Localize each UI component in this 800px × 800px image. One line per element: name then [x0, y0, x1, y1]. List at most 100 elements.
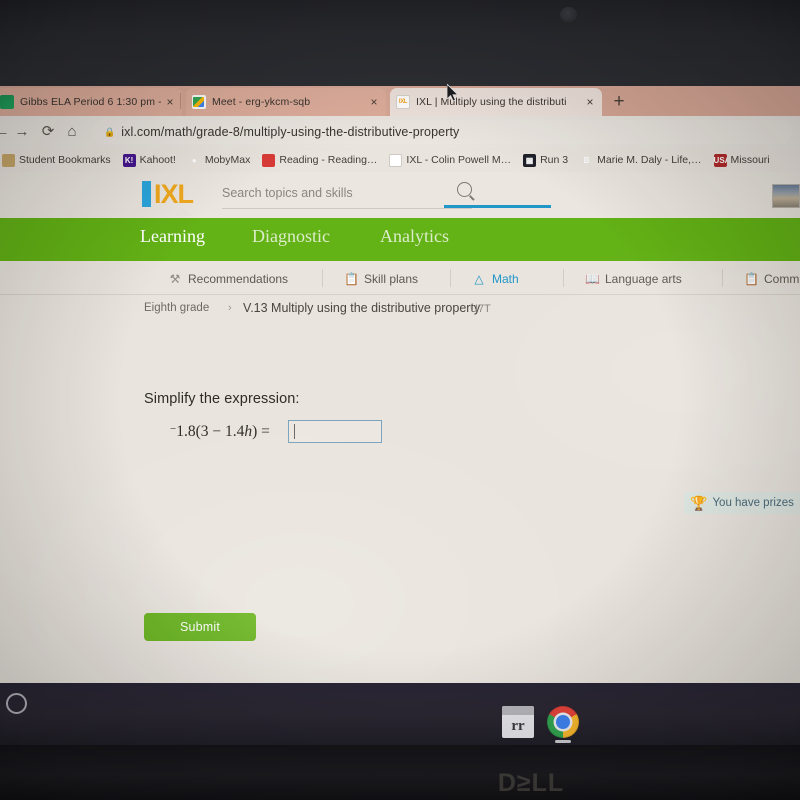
- tab-language-arts[interactable]: 📖 Language arts: [585, 265, 682, 293]
- nav-item-diagnostic[interactable]: Diagnostic: [252, 226, 330, 247]
- bookmark-label: Missouri: [730, 154, 770, 166]
- ixl-main-nav: Learning Diagnostic Analytics: [0, 218, 800, 261]
- close-icon[interactable]: ×: [584, 96, 596, 108]
- prizes-badge[interactable]: 🏆 You have prizes: [684, 492, 800, 514]
- tab-label: Comm: [764, 272, 800, 286]
- tab-label: Language arts: [605, 272, 682, 286]
- prizes-label: You have prizes: [712, 497, 794, 509]
- recommendations-icon: ⚒: [169, 272, 181, 286]
- tab-label: Skill plans: [364, 272, 419, 286]
- bookmark-label: Kahoot!: [139, 154, 176, 166]
- webcam-icon: [560, 7, 577, 22]
- bookmark-ixl-colin-powell[interactable]: IXL IXL - Colin Powell M…: [383, 150, 517, 170]
- trophy-icon: 🏆: [690, 494, 708, 511]
- mobymax-icon: ●: [191, 155, 197, 165]
- math-icon: △: [474, 272, 484, 286]
- run3-icon: ▦: [523, 153, 537, 167]
- home-icon[interactable]: ⌂: [62, 122, 82, 142]
- bookmark-label: Run 3: [540, 154, 569, 166]
- bookmark-kahoot[interactable]: K! Kahoot!: [117, 150, 182, 170]
- answer-input[interactable]: [288, 420, 382, 443]
- file-icon-top: [502, 706, 534, 715]
- community-icon: 📋: [744, 272, 759, 286]
- expression-variable: h: [244, 423, 253, 441]
- browser-tab-meet[interactable]: Meet - erg-ykcm-sqb ×: [186, 88, 386, 116]
- tab-label: Math: [492, 272, 519, 286]
- bookmark-label: IXL - Colin Powell M…: [406, 154, 512, 166]
- bookmark-label: Reading - Reading…: [279, 154, 378, 166]
- submit-button[interactable]: Submit: [144, 613, 256, 641]
- bookmark-missouri[interactable]: USA Missouri: [708, 150, 776, 170]
- skill-plans-icon: 📋: [344, 272, 359, 286]
- bookmark-reading[interactable]: Reading - Reading…: [256, 150, 383, 170]
- folder-icon: [2, 153, 15, 167]
- search-placeholder: Search topics and skills: [222, 186, 353, 200]
- address-bar-url: ixl.com/math/grade-8/multiply-using-the-…: [121, 125, 460, 139]
- google-sheets-icon: [0, 95, 14, 109]
- ixl-logo-text: IXL: [154, 179, 194, 209]
- nav-item-learning[interactable]: Learning: [140, 226, 205, 247]
- skill-code: U7T: [470, 303, 491, 315]
- usa-icon: USA: [713, 153, 727, 167]
- tab-skill-plans[interactable]: 📋 Skill plans: [344, 265, 418, 293]
- breadcrumb-grade[interactable]: Eighth grade: [144, 302, 209, 314]
- new-tab-button[interactable]: +: [610, 92, 628, 111]
- launcher-button[interactable]: [6, 693, 27, 714]
- tab-recommendations[interactable]: ⚒ Recommendations: [168, 265, 288, 293]
- bookmark-label: Marie M. Daly - Life,…: [597, 154, 702, 166]
- question-expression: −1.8(3 − 1.4h) =: [170, 423, 270, 441]
- chrome-app-icon[interactable]: [547, 706, 579, 738]
- bookmark-marie-daly[interactable]: B Marie M. Daly - Life,…: [574, 150, 707, 170]
- chevron-right-icon: ›: [228, 302, 232, 314]
- files-app-icon[interactable]: rr: [502, 706, 534, 738]
- ixl-sub-tabs: ⚒ Recommendations 📋 Skill plans △ Math 📖…: [0, 261, 800, 295]
- nav-item-analytics[interactable]: Analytics: [380, 226, 449, 247]
- tab-active-underline: [444, 205, 551, 208]
- back-icon[interactable]: ←: [0, 122, 12, 142]
- expression-before: 1.8(3 − 1.4: [176, 423, 245, 441]
- breadcrumb: Eighth grade › V.13 Multiply using the d…: [0, 295, 800, 325]
- ixl-page: IXL Search topics and skills Learning Di…: [0, 172, 800, 683]
- close-icon[interactable]: ×: [368, 96, 380, 108]
- bookmark-student-bookmarks[interactable]: Student Bookmarks: [0, 150, 117, 170]
- tab-math[interactable]: △ Math: [472, 265, 519, 293]
- avatar[interactable]: [772, 184, 800, 208]
- ixl-icon: IXL: [389, 153, 403, 167]
- tab-label: Recommendations: [188, 272, 289, 286]
- tab-title: Gibbs ELA Period 6 1:30 pm - 2:: [20, 96, 161, 108]
- search-input[interactable]: Search topics and skills: [222, 182, 472, 209]
- bookmark-label: Student Bookmarks: [19, 154, 111, 166]
- ixl-icon: [396, 95, 410, 109]
- google-meet-icon: [192, 95, 206, 109]
- bookmark-mobymax[interactable]: ● MobyMax: [182, 150, 257, 170]
- ixl-logo[interactable]: IXL: [142, 179, 194, 209]
- search-icon[interactable]: [457, 182, 472, 197]
- language-arts-icon: 📖: [585, 272, 600, 286]
- tab-divider: [180, 93, 181, 109]
- question-body: Simplify the expression: −1.8(3 − 1.4h) …: [0, 325, 800, 683]
- breadcrumb-skill: V.13 Multiply using the distributive pro…: [243, 301, 481, 315]
- laptop-photo: Gibbs ELA Period 6 1:30 pm - 2: × Meet -…: [0, 0, 800, 800]
- question-prompt: Simplify the expression:: [144, 391, 300, 407]
- tab-community[interactable]: 📋 Comm: [744, 265, 799, 293]
- bookmarks-bar: Student Bookmarks K! Kahoot! ● MobyMax R…: [0, 148, 800, 172]
- browser-window: Gibbs ELA Period 6 1:30 pm - 2: × Meet -…: [0, 86, 800, 683]
- text-cursor: [294, 424, 295, 439]
- tab-divider: [322, 269, 323, 287]
- browser-tab-strip: Gibbs ELA Period 6 1:30 pm - 2: × Meet -…: [0, 86, 800, 116]
- nav-active-caret: [174, 208, 192, 216]
- app-running-indicator: [555, 740, 571, 743]
- expression-after: ) =: [252, 423, 270, 441]
- tab-divider: [563, 269, 564, 287]
- bookmark-label: MobyMax: [204, 154, 251, 166]
- browser-tab-gibbs-ela[interactable]: Gibbs ELA Period 6 1:30 pm - 2: ×: [0, 88, 182, 116]
- reload-icon[interactable]: ⟳: [38, 122, 58, 142]
- browser-tab-ixl[interactable]: IXL | Multiply using the distributi ×: [390, 88, 602, 116]
- bookmark-run3[interactable]: ▦ Run 3: [517, 150, 574, 170]
- address-bar[interactable]: 🔒 ixl.com/math/grade-8/multiply-using-th…: [92, 120, 792, 144]
- laptop-bottom-bezel: [0, 745, 800, 800]
- forward-icon[interactable]: →: [12, 122, 32, 142]
- browser-toolbar: ← → ⟳ ⌂ 🔒 ixl.com/math/grade-8/multiply-…: [0, 116, 800, 148]
- close-icon[interactable]: ×: [164, 96, 176, 108]
- tab-divider: [722, 269, 723, 287]
